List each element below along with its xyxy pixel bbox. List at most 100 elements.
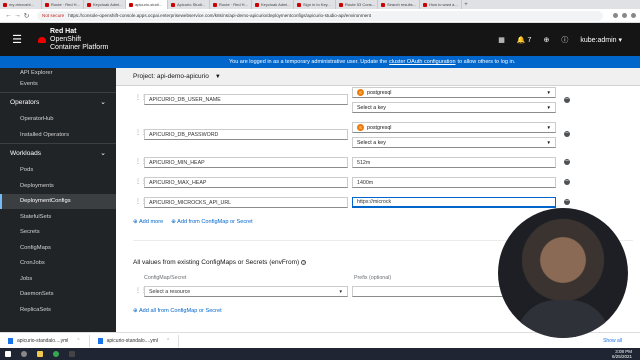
extension-icon[interactable] bbox=[613, 13, 618, 18]
add-from-configmap-button[interactable]: ⊕ Add from ConfigMap or Secret bbox=[171, 219, 253, 225]
new-tab-button[interactable]: + bbox=[462, 2, 470, 8]
reload-icon[interactable]: ↻ bbox=[22, 12, 31, 20]
remove-row-icon[interactable]: – bbox=[564, 96, 570, 103]
add-all-from-configmap-button[interactable]: ⊕ Add all from ConfigMap or Secret bbox=[133, 308, 222, 314]
drag-handle-icon[interactable]: ⋮⋮ bbox=[135, 287, 147, 294]
sidebar-item-daemonsets[interactable]: DaemonSets bbox=[0, 287, 116, 303]
browser-tab[interactable]: Search results... bbox=[378, 0, 420, 9]
explorer-icon[interactable] bbox=[37, 351, 43, 357]
browser-tab[interactable]: Sign in to Key... bbox=[294, 0, 336, 9]
drag-handle-icon[interactable]: ⋮⋮ bbox=[135, 129, 147, 136]
drag-handle-icon[interactable]: ⋮⋮ bbox=[135, 94, 147, 101]
terminal-icon[interactable] bbox=[69, 351, 75, 357]
drag-handle-icon[interactable]: ⋮⋮ bbox=[135, 158, 147, 165]
browser-tab[interactable]: Keycloak Admi... bbox=[252, 0, 294, 9]
env-var-row: ⋮⋮ APICURIO_MIN_HEAP 512m – bbox=[116, 157, 640, 171]
chevron-up-icon: ⌃ bbox=[166, 337, 171, 344]
oauth-config-link[interactable]: cluster OAuth configuration bbox=[389, 59, 455, 65]
sidebar-item-statefulsets[interactable]: StatefulSets bbox=[0, 209, 116, 225]
not-secure-badge[interactable]: Not secure bbox=[42, 13, 64, 18]
browser-tab[interactable]: Route · Red H... bbox=[210, 0, 252, 9]
sidebar-item-deploymentconfigs[interactable]: DeploymentConfigs bbox=[0, 193, 116, 209]
project-selector[interactable]: Project: api-demo-apicurio ▼ bbox=[116, 68, 640, 86]
webcam-person bbox=[516, 300, 610, 338]
profile-icon[interactable] bbox=[631, 13, 636, 18]
masthead: ☰ Red Hat OpenShift Container Platform ▦… bbox=[0, 23, 640, 56]
browser-tab[interactable]: Route 53 Cons... bbox=[336, 0, 378, 9]
sidebar-item-configmaps[interactable]: ConfigMaps bbox=[0, 240, 116, 256]
favicon-icon bbox=[381, 2, 385, 7]
favicon-icon bbox=[423, 2, 427, 7]
extension-icon[interactable] bbox=[622, 13, 627, 18]
favicon-icon bbox=[213, 2, 217, 7]
resource-select[interactable]: Spostgresql ▼ bbox=[352, 122, 556, 133]
env-name-input[interactable]: APICURIO_DB_USER_NAME bbox=[144, 94, 348, 105]
os-taskbar: 3:08 PM 6/25/2021 bbox=[0, 348, 640, 360]
sidebar-item-events[interactable]: Events bbox=[0, 76, 116, 92]
caret-down-icon: ▼ bbox=[546, 140, 551, 145]
browser-tab-active[interactable]: apicurio-studi... bbox=[126, 0, 168, 9]
taskbar-clock[interactable]: 3:08 PM 6/25/2021 bbox=[612, 349, 632, 359]
browser-tab[interactable]: Keycloak Admi... bbox=[84, 0, 126, 9]
sidebar-item-operatorhub[interactable]: OperatorHub bbox=[0, 112, 116, 128]
env-name-input[interactable]: APICURIO_DB_PASSWORD bbox=[144, 129, 348, 140]
sidebar-section-workloads[interactable]: Workloads ⌄ bbox=[0, 142, 116, 163]
drag-handle-icon[interactable]: ⋮⋮ bbox=[135, 198, 147, 205]
browser-tab[interactable]: Route · Red H... bbox=[42, 0, 84, 9]
sidebar-item-replicasets[interactable]: ReplicaSets bbox=[0, 302, 116, 318]
resource-select[interactable]: Spostgresql ▼ bbox=[352, 87, 556, 98]
url-input[interactable]: Not secure https://console-openshift-con… bbox=[37, 10, 603, 21]
sidebar: API Explorer Events Operators ⌄ OperatorH… bbox=[0, 68, 116, 348]
user-menu[interactable]: kube:admin ▾ bbox=[580, 36, 622, 44]
envfrom-resource-select[interactable]: Select a resource ▼ bbox=[144, 286, 348, 297]
url-text: https://console-openshift-console.apps.o… bbox=[68, 13, 372, 18]
favicon-icon bbox=[339, 2, 343, 7]
sidebar-item-jobs[interactable]: Jobs bbox=[0, 271, 116, 287]
notifications-button[interactable]: 🔔 7 bbox=[517, 36, 532, 44]
forward-icon[interactable]: → bbox=[13, 12, 22, 19]
chrome-icon[interactable] bbox=[53, 351, 59, 357]
back-icon[interactable]: ← bbox=[4, 12, 13, 19]
sidebar-item-api-explorer[interactable]: API Explorer bbox=[0, 68, 116, 76]
sidebar-item-secrets[interactable]: Secrets bbox=[0, 225, 116, 241]
show-all-downloads-link[interactable]: Show all bbox=[603, 338, 622, 344]
env-value-input[interactable]: https://microck bbox=[352, 197, 556, 208]
browser-tab-bar: my-microshi... Route · Red H... Keycloak… bbox=[0, 0, 640, 9]
download-item[interactable]: apicurio-standalo....yml ⌃ bbox=[90, 334, 180, 347]
sidebar-section-operators[interactable]: Operators ⌄ bbox=[0, 91, 116, 112]
remove-row-icon[interactable]: – bbox=[564, 178, 570, 185]
key-select[interactable]: Select a key ▼ bbox=[352, 102, 556, 113]
sidebar-item-deployments[interactable]: Deployments bbox=[0, 178, 116, 194]
app-launcher-icon[interactable]: ▦ bbox=[498, 36, 505, 44]
browser-tab[interactable]: How to want a... bbox=[420, 0, 462, 9]
env-value-input[interactable]: 512m bbox=[352, 157, 556, 168]
remove-row-icon[interactable]: – bbox=[564, 130, 570, 137]
help-icon[interactable]: ? bbox=[301, 260, 307, 265]
sidebar-item-pods[interactable]: Pods bbox=[0, 163, 116, 179]
key-select[interactable]: Select a key ▼ bbox=[352, 137, 556, 148]
envfrom-section-title: All values from existing ConfigMaps or S… bbox=[133, 259, 307, 266]
env-value-input[interactable]: 1400m bbox=[352, 177, 556, 188]
sidebar-item-installed-operators[interactable]: Installed Operators bbox=[0, 127, 116, 143]
secret-badge-icon: S bbox=[357, 89, 364, 96]
remove-row-icon[interactable]: – bbox=[564, 198, 570, 205]
sidebar-item-cronjobs[interactable]: CronJobs bbox=[0, 256, 116, 272]
help-icon[interactable]: ⓘ bbox=[561, 35, 568, 45]
add-more-button[interactable]: ⊕ Add more bbox=[133, 219, 163, 225]
remove-row-icon[interactable]: – bbox=[564, 158, 570, 165]
hamburger-menu-icon[interactable]: ☰ bbox=[6, 33, 28, 46]
browser-tab[interactable]: my-microshi... bbox=[0, 0, 42, 9]
file-icon bbox=[8, 337, 13, 344]
add-icon[interactable]: ⊕ bbox=[543, 36, 549, 44]
env-name-input[interactable]: APICURIO_MICROCKS_API_URL bbox=[144, 197, 348, 208]
chevron-up-icon: ⌃ bbox=[76, 337, 81, 344]
search-icon[interactable] bbox=[21, 351, 27, 357]
brand-logo[interactable]: Red Hat OpenShift Container Platform bbox=[50, 28, 108, 52]
download-item[interactable]: apicurio-standalo....yml ⌃ bbox=[0, 334, 90, 347]
drag-handle-icon[interactable]: ⋮⋮ bbox=[135, 178, 147, 185]
browser-tab[interactable]: Apicurio Studi... bbox=[168, 0, 210, 9]
start-icon[interactable] bbox=[5, 351, 11, 357]
caret-down-icon: ▼ bbox=[546, 90, 551, 95]
env-name-input[interactable]: APICURIO_MAX_HEAP bbox=[144, 177, 348, 188]
env-name-input[interactable]: APICURIO_MIN_HEAP bbox=[144, 157, 348, 168]
